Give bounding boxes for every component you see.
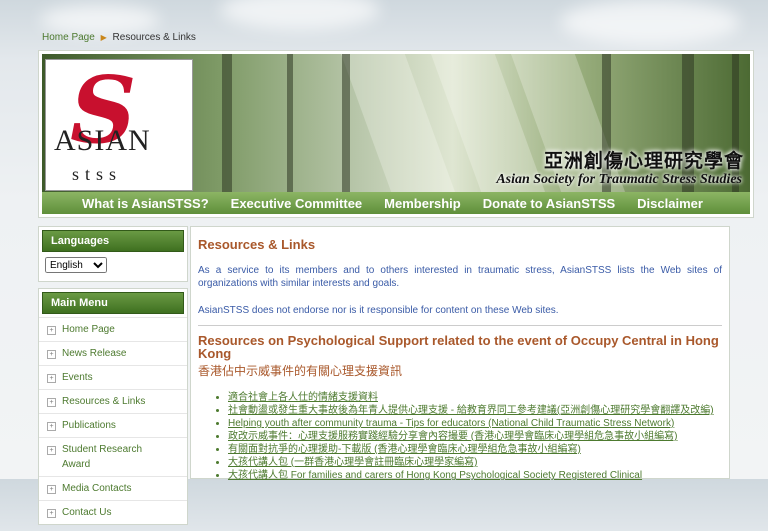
main-menu-title: Main Menu [42,292,184,314]
languages-title: Languages [42,230,184,252]
menu-item-label: Events [62,372,93,383]
breadcrumb-arrow-icon: ▶ [100,33,107,42]
resource-link[interactable]: 適合社會上各人仕的情緒支援資料 [228,391,722,404]
nav-executive-committee[interactable]: Executive Committee [231,196,363,211]
expand-plus-icon: + [47,485,56,494]
intro-paragraph: As a service to its members and to other… [198,265,722,289]
main-menu-box: Main Menu + Home Page + News Release + Even… [38,288,188,525]
menu-item-resources-links[interactable]: + Resources & Links [39,389,187,413]
logo-stss-text: stss [72,164,123,184]
nav-disclaimer[interactable]: Disclaimer [637,196,703,211]
menu-item-label: Home Page [62,324,115,335]
header-banner: S ASIAN stss 亞洲創傷心理研究學會 Asian Society fo… [42,54,750,192]
section-divider [198,325,722,326]
menu-item-label: Media Contacts [62,483,132,494]
page-title: Resources & Links [198,237,316,252]
breadcrumb-home-link[interactable]: Home Page [42,32,95,43]
expand-plus-icon: + [47,509,56,518]
resource-link[interactable]: 大孩代講人包 For families and carers of Hong K… [228,469,722,482]
section-title: Resources on Psychological Support relat… [198,333,719,361]
expand-plus-icon: + [47,422,56,431]
asianstss-logo[interactable]: S ASIAN stss [45,56,193,191]
site-header: S ASIAN stss 亞洲創傷心理研究學會 Asian Society fo… [38,50,754,218]
breadcrumb: Home Page ▶ Resources & Links [42,32,196,43]
section-subtitle: 香港佔中示威事件的有關心理支援資訊 [198,364,403,378]
sidebar: Languages English Main Menu + Home Page +… [38,226,188,531]
menu-item-label: Contact Us [62,507,112,518]
cloud-decoration [560,0,740,45]
menu-item-news-release[interactable]: + News Release [39,341,187,365]
tree-trunk-decoration [287,54,293,192]
resource-link[interactable]: 政改示威事件：心理支援服務實踐經驗分享會內容撮要 (香港心理學會臨床心理學組危急… [228,430,722,443]
logo-asian-text: ASIAN [54,124,151,157]
resource-link[interactable]: 大孩代講人包 (一群香港心理學會註冊臨床心理學家編寫) [228,456,722,469]
menu-item-events[interactable]: + Events [39,365,187,389]
menu-item-label: Resources & Links [62,396,146,407]
cloud-decoration [220,0,380,30]
expand-plus-icon: + [47,446,56,455]
expand-plus-icon: + [47,326,56,335]
cloud-decoration [40,5,160,35]
expand-plus-icon: + [47,350,56,359]
nav-what-is-asianstss[interactable]: What is AsianSTSS? [82,196,209,211]
main-navigation: What is AsianSTSS? Executive Committee M… [42,192,750,214]
expand-plus-icon: + [47,374,56,383]
menu-item-label: News Release [62,348,127,359]
languages-box: Languages English [38,226,188,282]
menu-item-student-research-award[interactable]: + Student Research Award [39,437,187,476]
menu-item-publications[interactable]: + Publications [39,413,187,437]
nav-membership[interactable]: Membership [384,196,461,211]
expand-plus-icon: + [47,398,56,407]
menu-item-media-contacts[interactable]: + Media Contacts [39,476,187,500]
menu-item-label: Publications [62,420,116,431]
resource-links-list: 適合社會上各人仕的情緒支援資料 社會動盪或發生重大事故後為年青人提供心理支援 -… [198,391,722,482]
language-select[interactable]: English [45,257,107,273]
menu-item-contact-us[interactable]: + Contact Us [39,500,187,524]
breadcrumb-current: Resources & Links [112,32,196,43]
main-content: Resources & Links As a service to its me… [190,226,730,482]
menu-item-home-page[interactable]: + Home Page [39,317,187,341]
resource-link[interactable]: 社會動盪或發生重大事故後為年青人提供心理支援 - 給教育界同工參考建議(亞洲創傷… [228,404,722,417]
tree-trunk-decoration [342,54,350,192]
tree-trunk-decoration [222,54,232,192]
disclaimer-paragraph: AsianSTSS does not endorse nor is it res… [198,305,559,316]
resource-link[interactable]: Helping youth after community trauma - T… [228,417,722,430]
nav-donate[interactable]: Donate to AsianSTSS [483,196,615,211]
site-title-english: Asian Society for Traumatic Stress Studi… [496,172,742,187]
resource-link[interactable]: 有關面對抗爭的心理援助-下載版 (香港心理學會臨床心理學組危急事故小組編寫) [228,443,722,456]
site-title-chinese: 亞洲創傷心理研究學會 [543,151,744,172]
menu-item-label: Student Research Award [62,444,143,470]
